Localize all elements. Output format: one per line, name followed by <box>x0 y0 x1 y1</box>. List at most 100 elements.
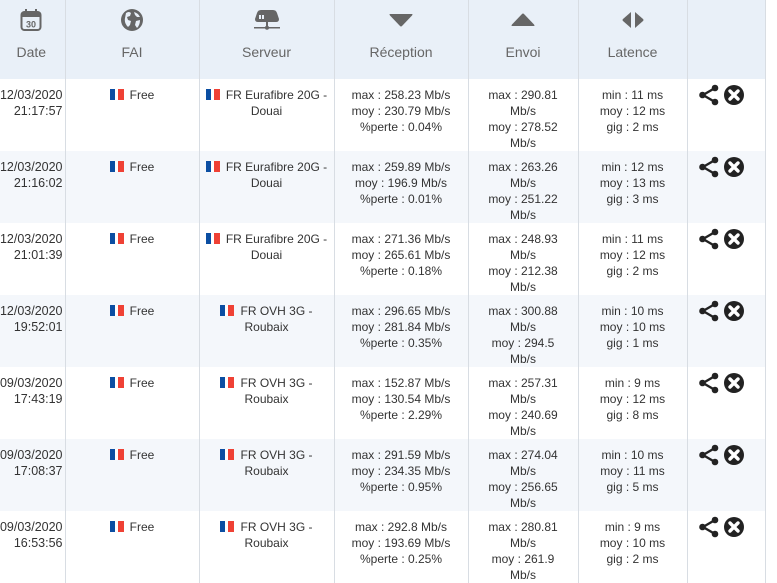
share-icon[interactable] <box>698 156 720 178</box>
test-date: 12/03/2020 <box>0 232 63 246</box>
calendar-icon: 30 <box>20 9 42 31</box>
cell-actions <box>687 151 766 223</box>
lat-moy: moy : 12 ms <box>599 104 666 118</box>
delete-icon[interactable] <box>723 372 745 394</box>
delete-icon[interactable] <box>723 516 745 538</box>
rx-moy: moy : 193.69 Mb/s <box>351 536 451 550</box>
cell-latence: min : 11 ms moy : 12 ms gig : 2 ms <box>578 223 688 295</box>
rx-moy: moy : 281.84 Mb/s <box>351 320 451 334</box>
cell-server: FR OVH 3G - Roubaix <box>199 511 335 583</box>
cell-date: 09/03/2020 17:08:37 <box>0 439 66 511</box>
rx-max: max : 152.87 Mb/s <box>351 376 451 390</box>
share-icon[interactable] <box>698 228 720 250</box>
test-date: 09/03/2020 <box>0 376 63 390</box>
cell-reception: max : 152.87 Mb/s moy : 130.54 Mb/s %per… <box>334 367 469 439</box>
column-header-fai[interactable]: FAI <box>65 0 200 79</box>
test-time: 17:43:19 <box>13 392 63 406</box>
server-name: FR Eurafibre 20G - Douai <box>225 88 328 118</box>
cell-fai: Free <box>65 367 200 439</box>
triangle-up-icon <box>511 13 535 26</box>
rx-loss: %perte : 0.18% <box>359 264 443 278</box>
delete-icon[interactable] <box>723 156 745 178</box>
share-icon[interactable] <box>698 516 720 538</box>
rx-max: max : 292.8 Mb/s <box>354 520 448 534</box>
tx-max: max : 248.93 Mb/s <box>488 232 558 262</box>
cell-date: 09/03/2020 16:53:56 <box>0 511 66 583</box>
left-right-icon <box>622 12 643 28</box>
speedtest-history-table: 30 Date FAI Serveur Réception Envoi Late… <box>0 0 766 583</box>
lat-moy: moy : 10 ms <box>599 320 666 334</box>
share-icon[interactable] <box>698 444 720 466</box>
column-label: Réception <box>369 44 433 60</box>
delete-icon[interactable] <box>723 300 745 322</box>
delete-icon[interactable] <box>723 84 745 106</box>
cell-fai: Free <box>65 223 200 295</box>
column-header-serveur[interactable]: Serveur <box>199 0 335 79</box>
share-icon[interactable] <box>698 300 720 322</box>
cell-fai: Free <box>65 295 200 367</box>
server-name: FR OVH 3G - Roubaix <box>240 304 313 334</box>
france-flag-icon <box>109 233 124 244</box>
server-name: FR Eurafibre 20G - Douai <box>225 232 328 262</box>
rx-max: max : 271.36 Mb/s <box>351 232 451 246</box>
test-date: 09/03/2020 <box>0 448 63 462</box>
cell-server: FR Eurafibre 20G - Douai <box>199 223 335 295</box>
test-time: 21:16:02 <box>13 176 63 190</box>
cell-envoi: max : 257.31 Mb/s moy : 240.69 Mb/s <box>468 367 579 439</box>
cell-actions <box>687 295 766 367</box>
fai-name: Free <box>129 88 155 102</box>
rx-moy: moy : 234.35 Mb/s <box>351 464 451 478</box>
column-label: Latence <box>607 44 658 60</box>
cell-actions <box>687 439 766 511</box>
cell-fai: Free <box>65 79 200 151</box>
rx-moy: moy : 130.54 Mb/s <box>351 392 451 406</box>
globe-icon <box>121 9 143 31</box>
rx-loss: %perte : 0.25% <box>359 552 443 566</box>
lat-moy: moy : 12 ms <box>599 392 666 406</box>
cell-latence: min : 10 ms moy : 10 ms gig : 1 ms <box>578 295 688 367</box>
france-flag-icon <box>109 521 124 532</box>
cell-fai: Free <box>65 439 200 511</box>
table-row: 09/03/2020 16:53:56 Free FR OVH 3G - Rou… <box>0 511 766 583</box>
cell-envoi: max : 300.88 Mb/s moy : 294.5 Mb/s <box>468 295 579 367</box>
tx-moy: moy : 256.65 Mb/s <box>488 480 558 510</box>
cell-envoi: max : 263.26 Mb/s moy : 251.22 Mb/s <box>468 151 579 223</box>
france-flag-icon <box>220 521 235 532</box>
cell-fai: Free <box>65 151 200 223</box>
share-icon[interactable] <box>698 84 720 106</box>
test-time: 19:52:01 <box>13 320 63 334</box>
france-flag-icon <box>205 161 220 172</box>
france-flag-icon <box>109 449 124 460</box>
server-name: FR OVH 3G - Roubaix <box>240 448 313 478</box>
fai-name: Free <box>129 160 155 174</box>
test-date: 12/03/2020 <box>0 88 63 102</box>
column-header-reception[interactable]: Réception <box>334 0 469 79</box>
test-date: 09/03/2020 <box>0 520 63 534</box>
column-header-actions <box>687 0 766 79</box>
cell-reception: max : 291.59 Mb/s moy : 234.35 Mb/s %per… <box>334 439 469 511</box>
cell-reception: max : 259.89 Mb/s moy : 196.9 Mb/s %pert… <box>334 151 469 223</box>
france-flag-icon <box>109 89 124 100</box>
delete-icon[interactable] <box>723 228 745 250</box>
rx-moy: moy : 230.79 Mb/s <box>351 104 451 118</box>
fai-name: Free <box>129 232 155 246</box>
cell-reception: max : 271.36 Mb/s moy : 265.61 Mb/s %per… <box>334 223 469 295</box>
rx-loss: %perte : 0.01% <box>359 192 443 206</box>
lat-gig: gig : 2 ms <box>606 264 659 278</box>
cell-date: 12/03/2020 19:52:01 <box>0 295 66 367</box>
rx-max: max : 259.89 Mb/s <box>351 160 451 174</box>
lat-min: min : 12 ms <box>601 160 664 174</box>
share-icon[interactable] <box>698 372 720 394</box>
fai-name: Free <box>129 520 155 534</box>
column-label: Date <box>16 44 47 60</box>
column-header-latence[interactable]: Latence <box>578 0 688 79</box>
column-header-envoi[interactable]: Envoi <box>468 0 579 79</box>
delete-icon[interactable] <box>723 444 745 466</box>
triangle-down-icon <box>389 14 413 27</box>
rx-max: max : 296.65 Mb/s <box>351 304 451 318</box>
lat-min: min : 10 ms <box>601 448 664 462</box>
column-header-date[interactable]: 30 Date <box>0 0 66 79</box>
test-time: 21:17:57 <box>13 104 63 118</box>
cell-date: 12/03/2020 21:01:39 <box>0 223 66 295</box>
fai-name: Free <box>129 304 155 318</box>
